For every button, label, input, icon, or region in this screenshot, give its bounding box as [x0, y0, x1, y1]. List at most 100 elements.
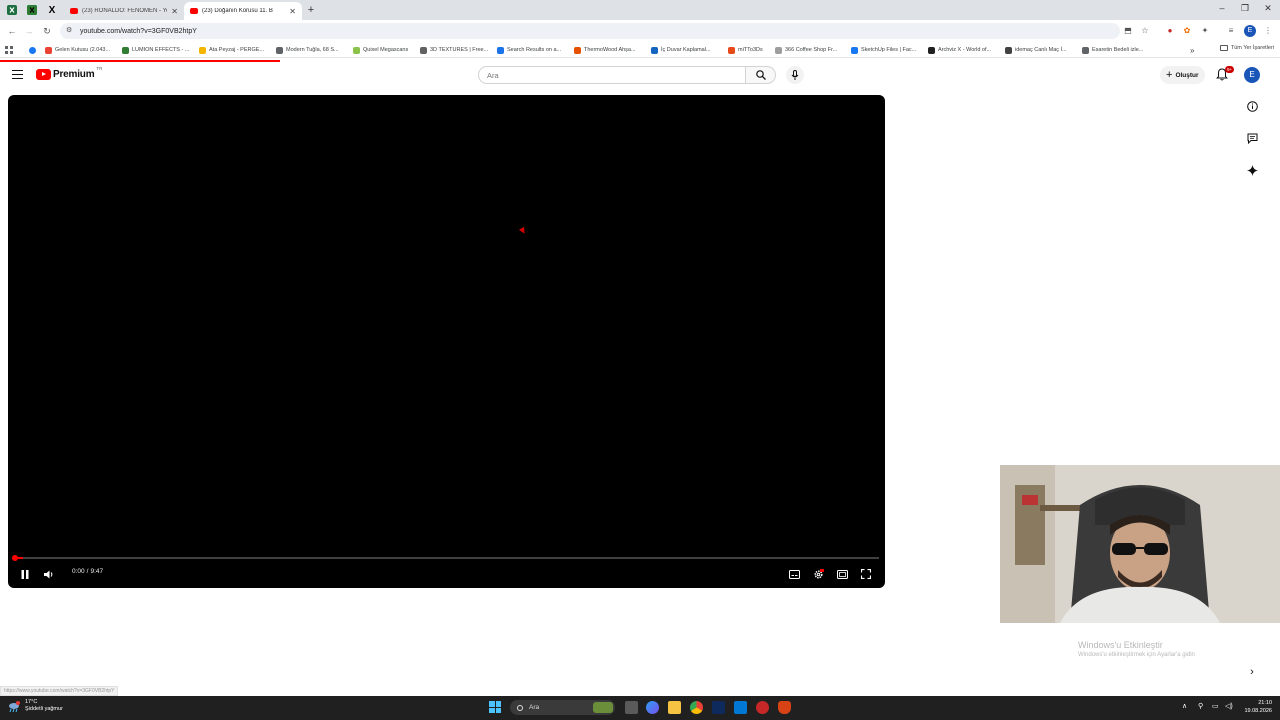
task-view-icon[interactable] [625, 701, 638, 714]
video-player[interactable]: 0:00 / 9:47 [8, 95, 885, 588]
bookmark-item[interactable]: SketchUp Files | Fac... [851, 45, 916, 55]
voice-search-button[interactable] [786, 66, 804, 84]
search-input[interactable] [487, 70, 745, 80]
pause-button[interactable] [18, 567, 32, 581]
ask-ai-button[interactable] [1245, 163, 1259, 177]
create-button[interactable]: + Oluştur [1160, 66, 1205, 84]
bookmark-item[interactable]: miTTo3Ds [728, 45, 763, 55]
tab-ronaldo[interactable]: (23) RONALDO: FENOMEN - Yo ✕ [64, 2, 184, 20]
fullscreen-button[interactable] [859, 567, 873, 581]
bookmark-item[interactable]: 3D TEXTURES | Free... [420, 45, 488, 55]
progress-scrubber[interactable] [12, 555, 18, 561]
account-avatar[interactable]: E [1244, 67, 1260, 83]
bookmark-favicon-icon [775, 46, 782, 54]
reload-button[interactable]: ↻ [40, 24, 54, 38]
time-separator: / [86, 568, 89, 575]
address-bar[interactable]: ⚙ youtube.com/watch?v=3GF0VB2htpY [60, 23, 1120, 39]
restore-window-button[interactable]: ❐ [1235, 3, 1255, 14]
install-app-icon[interactable]: ⬒ [1122, 25, 1134, 37]
photoshop-icon[interactable] [712, 701, 725, 714]
system-clock[interactable]: 21:10 19.08.2026 [1238, 699, 1272, 715]
extension-red-icon[interactable]: ● [1164, 25, 1176, 37]
tab-search-icon[interactable]: ≡ [1225, 25, 1237, 37]
time-display: 0:00 / 9:47 [72, 568, 103, 575]
link-status-bubble: https://www.youtube.com/watch?v=3GF0VB2h… [0, 686, 119, 696]
new-tab-button[interactable]: + [304, 3, 318, 17]
chrome-profile-avatar[interactable]: E [1244, 25, 1256, 37]
bookmark-item[interactable]: LUMION EFFECTS - ... [122, 45, 189, 55]
gear-icon [814, 568, 824, 578]
bookmark-item[interactable]: Modern Tuğla, 68 S... [276, 45, 339, 55]
info-icon [1246, 100, 1258, 112]
info-button[interactable] [1245, 99, 1259, 113]
webcam-overlay [1000, 465, 1280, 623]
sparkle-icon [1246, 164, 1258, 176]
chat-button[interactable] [1245, 131, 1259, 145]
bookmark-label: İç Duvar Kaplamal... [661, 47, 711, 53]
bookmark-item[interactable]: 366 Coffee Shop Fr... [775, 45, 837, 55]
brave-browser-icon[interactable] [778, 701, 791, 714]
logo-country-code: TR [96, 66, 103, 71]
bookmark-favicon-icon [1005, 46, 1012, 54]
guide-menu-icon[interactable] [12, 70, 23, 79]
bookmark-item[interactable]: Search Results on a... [497, 45, 561, 55]
app-red-icon[interactable] [756, 701, 769, 714]
settings-button[interactable] [811, 567, 825, 581]
pinned-tab-excel[interactable] [2, 3, 22, 17]
bookmark-favicon-icon [497, 46, 504, 54]
all-bookmarks-button[interactable]: Tüm Yer İşaretleri [1219, 45, 1274, 51]
extension-orange-icon[interactable]: ✿ [1181, 25, 1193, 37]
close-window-button[interactable]: ✕ [1258, 3, 1278, 14]
bookmark-item[interactable]: Gelen Kutusu (2.043... [45, 45, 110, 55]
start-button[interactable] [489, 701, 501, 713]
arrow-left-icon: ← [7, 26, 17, 36]
activation-title: Windows'u Etkinleştir [1078, 640, 1163, 650]
youtube-header: Premium TR + Oluştur 9+ E [0, 62, 1280, 88]
mute-button[interactable] [42, 567, 56, 581]
weather-widget[interactable]: 17°C Şiddetli yağmur [8, 699, 63, 713]
bookmark-item[interactable]: Ata Peyzaj - PERGE... [199, 45, 264, 55]
bookmark-item[interactable]: Esaretin Bedeli izle... [1082, 45, 1143, 55]
back-button[interactable]: ← [5, 24, 19, 38]
chevron-right-icon[interactable]: › [1246, 666, 1258, 678]
bookmark-item[interactable]: ThermoWood Ahşa... [574, 45, 636, 55]
bookmark-label: LUMION EFFECTS - ... [132, 47, 190, 53]
extensions-puzzle-icon[interactable]: ✦ [1199, 25, 1211, 37]
tray-overflow-icon[interactable]: ∧ [1182, 702, 1187, 710]
bookmarks-overflow-button[interactable]: » [1190, 45, 1194, 55]
apps-grid-icon[interactable] [5, 45, 13, 55]
bookmark-item[interactable]: Quixel Megascans [353, 45, 408, 55]
bookmark-star-icon[interactable]: ☆ [1139, 25, 1151, 37]
bookmark-favicon-icon [728, 46, 735, 54]
chrome-taskbar-icon[interactable] [690, 701, 703, 714]
windows-activation-watermark: Windows'u Etkinleştir Windows'u etkinleş… [1078, 640, 1195, 658]
bookmark-item[interactable]: Archviz X - World of... [928, 45, 991, 55]
bookmark-item[interactable]: İç Duvar Kaplamal... [651, 45, 711, 55]
close-tab-icon[interactable]: ✕ [171, 7, 178, 16]
pinned-tab-x[interactable]: X [42, 3, 62, 17]
close-tab-icon[interactable]: ✕ [289, 7, 296, 16]
tab-doganin-korusu[interactable]: (23) Doğanın Korusu 11. B ✕ [184, 2, 302, 20]
youtube-premium-logo[interactable]: Premium TR [36, 66, 103, 80]
bookmark-favicon-icon [276, 46, 283, 54]
volume-tray-icon[interactable]: ◁) [1225, 702, 1233, 710]
pinned-tab-sheets[interactable] [22, 3, 42, 17]
progress-bar[interactable] [14, 557, 879, 559]
bookmark-label: miTTo3Ds [738, 47, 763, 53]
site-info-icon[interactable]: ⚙ [66, 27, 74, 35]
subtitles-button[interactable] [787, 567, 801, 581]
bookmark-item[interactable]: idemaç Canlı Maç İ... [1005, 45, 1067, 55]
chrome-menu-icon[interactable]: ⋮ [1262, 25, 1274, 37]
bookmark-label: Modern Tuğla, 68 S... [286, 47, 339, 53]
theater-mode-button[interactable] [835, 567, 849, 581]
bookmark-favicon-icon [353, 46, 360, 54]
copilot-icon[interactable] [646, 701, 659, 714]
mail-app-icon[interactable] [734, 701, 747, 714]
minimize-window-button[interactable]: – [1212, 3, 1232, 13]
location-icon[interactable]: ⚲ [1198, 702, 1203, 710]
file-explorer-icon[interactable] [668, 701, 681, 714]
bookmark-facebook[interactable] [29, 45, 39, 55]
search-button[interactable] [746, 66, 776, 84]
forward-button[interactable]: → [22, 24, 36, 38]
network-icon[interactable]: ▭ [1212, 702, 1219, 710]
